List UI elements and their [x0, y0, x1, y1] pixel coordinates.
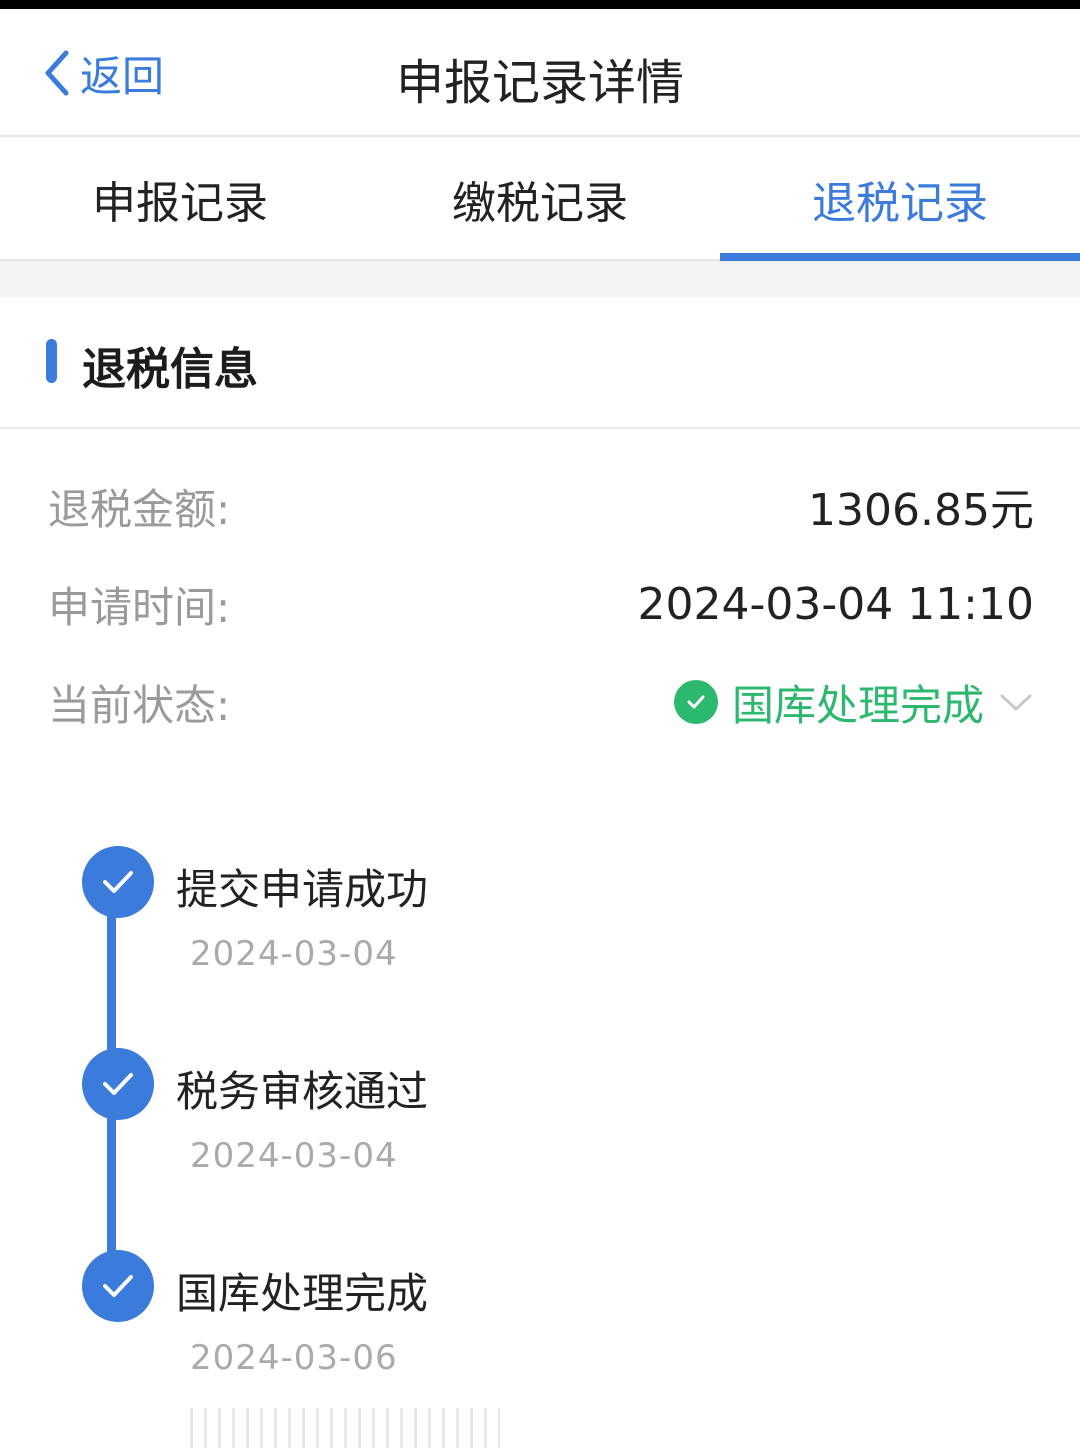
section-header: 退税信息	[0, 297, 1080, 429]
record-tabs: 申报记录 缴税记录 退税记录	[0, 139, 1080, 261]
refund-amount-row: 退税金额: 1306.85元	[48, 476, 1034, 537]
apply-time-value: 2024-03-04 11:10	[637, 578, 1035, 630]
section-accent-bar	[46, 339, 57, 383]
step-1-title: 提交申请成功	[176, 865, 429, 914]
step-3-title: 国库处理完成	[176, 1269, 429, 1318]
watermark-strip	[190, 1408, 500, 1448]
section-gap	[0, 261, 1080, 297]
apply-time-label: 申请时间:	[48, 582, 231, 632]
step-2-title: 税务审核通过	[176, 1067, 429, 1116]
section-title: 退税信息	[82, 344, 258, 395]
apply-time-row: 申请时间: 2024-03-04 11:10	[48, 574, 1034, 634]
refund-amount-value: 1306.85元	[808, 485, 1034, 536]
status-toggle[interactable]: 国库处理完成	[673, 672, 1034, 733]
step-1-check-icon	[82, 846, 154, 918]
step-1-date: 2024-03-04	[190, 934, 398, 974]
page-title: 申报记录详情	[395, 55, 684, 111]
status-bar-strip	[0, 0, 1080, 9]
step-3-date: 2024-03-06	[190, 1338, 398, 1378]
step-2-check-icon	[82, 1048, 154, 1120]
refund-amount-label: 退税金额:	[48, 484, 231, 534]
status-row: 当前状态: 国库处理完成	[48, 672, 1034, 732]
status-value: 国库处理完成	[731, 680, 984, 730]
tab-payment-records[interactable]: 缴税记录	[360, 139, 720, 259]
nav-header: 返回 申报记录详情	[0, 9, 1080, 137]
tab-declaration-records[interactable]: 申报记录	[0, 139, 360, 259]
tab-refund-records[interactable]: 退税记录	[720, 139, 1080, 261]
step-3-check-icon	[82, 1250, 154, 1322]
status-label: 当前状态:	[48, 680, 231, 730]
step-2-date: 2024-03-04	[190, 1136, 398, 1176]
check-circle-icon	[673, 680, 718, 724]
chevron-down-icon	[1000, 694, 1032, 711]
